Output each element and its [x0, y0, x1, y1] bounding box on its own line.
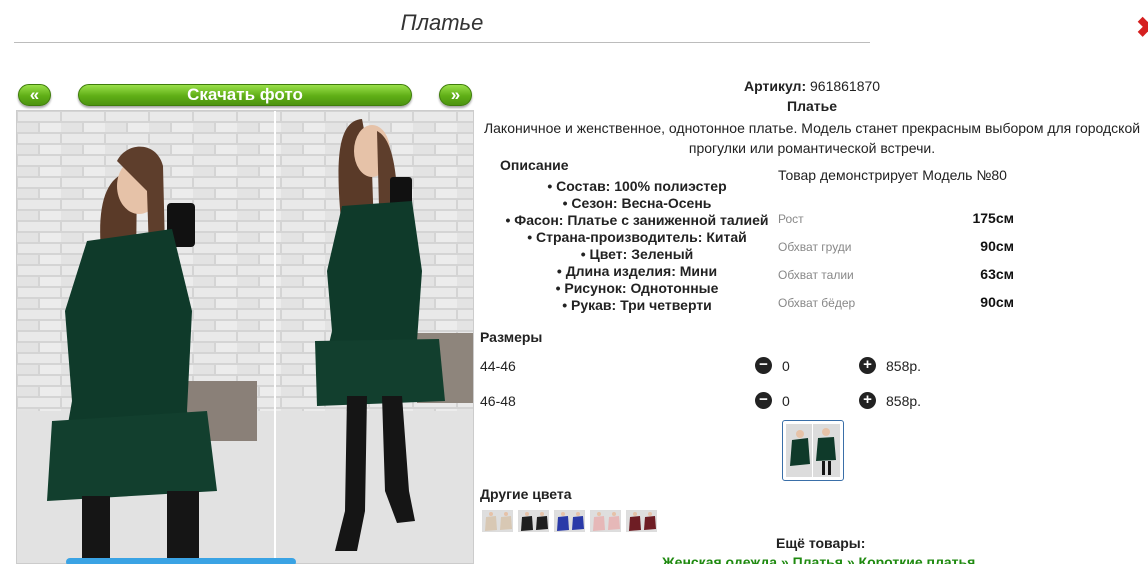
- measurement-row: Обхват груди 90см: [778, 238, 1014, 256]
- download-photo-button[interactable]: Скачать фото: [78, 84, 412, 106]
- spec-item: Состав: 100% полиэстер: [494, 178, 780, 195]
- measurement-label: Обхват груди: [778, 240, 852, 254]
- measurement-label: Рост: [778, 212, 804, 226]
- product-photo: [16, 110, 474, 564]
- color-swatch[interactable]: [554, 510, 585, 532]
- breadcrumb-link[interactable]: Короткие платья: [859, 554, 976, 564]
- title-divider: [14, 42, 870, 43]
- size-row: 44-46 − 0 + 858р.: [480, 355, 960, 377]
- plus-icon[interactable]: +: [859, 357, 876, 374]
- page-title: Платье: [400, 10, 484, 35]
- photo-scrollbar[interactable]: [66, 558, 296, 564]
- measurement-value: 90см: [980, 238, 1014, 254]
- price-value: 858р.: [886, 393, 922, 409]
- description-line: Лаконичное и женственное, однотонное пла…: [483, 120, 1141, 136]
- measurement-value: 90см: [980, 294, 1014, 310]
- breadcrumb-link[interactable]: Платья: [793, 554, 843, 564]
- spec-item: Рисунок: Однотонные: [494, 280, 780, 297]
- color-swatch[interactable]: [518, 510, 549, 532]
- minus-icon[interactable]: −: [755, 357, 772, 374]
- spec-item: Рукав: Три четверти: [494, 297, 780, 314]
- spec-item: Сезон: Весна-Осень: [494, 195, 780, 212]
- close-icon[interactable]: ✖: [1136, 14, 1148, 42]
- article-label: Артикул:: [744, 78, 807, 94]
- specs-list: Состав: 100% полиэстер Сезон: Весна-Осен…: [494, 178, 780, 314]
- plus-icon[interactable]: +: [859, 392, 876, 409]
- product-name: Платье: [787, 98, 837, 114]
- spec-item: Страна-производитель: Китай: [494, 229, 780, 246]
- color-swatch[interactable]: [626, 510, 657, 532]
- measurement-row: Обхват бёдер 90см: [778, 294, 1014, 312]
- measurement-row: Обхват талии 63см: [778, 266, 1014, 284]
- measurement-value: 63см: [980, 266, 1014, 282]
- more-products-title: Ещё товары:: [776, 535, 866, 551]
- product-thumbnail[interactable]: [782, 420, 844, 481]
- breadcrumb-separator: »: [846, 554, 855, 564]
- quantity-value: 0: [782, 358, 790, 374]
- breadcrumb-link[interactable]: Женская одежда: [662, 554, 777, 564]
- sizes-title: Размеры: [480, 329, 543, 345]
- measurement-value: 175см: [972, 210, 1014, 226]
- size-row: 46-48 − 0 + 858р.: [480, 390, 960, 412]
- minus-icon[interactable]: −: [755, 392, 772, 409]
- next-photo-button[interactable]: »: [439, 84, 472, 106]
- prev-photo-button[interactable]: «: [18, 84, 51, 106]
- color-swatch[interactable]: [482, 510, 513, 532]
- spec-item: Длина изделия: Мини: [494, 263, 780, 280]
- breadcrumb: Женская одежда » Платья » Короткие плать…: [662, 554, 975, 564]
- specs-title: Описание: [500, 157, 569, 173]
- color-swatch[interactable]: [590, 510, 621, 532]
- measurement-label: Обхват бёдер: [778, 296, 856, 310]
- product-description: Лаконичное и женственное, однотонное пла…: [476, 118, 1148, 158]
- price-value: 858р.: [886, 358, 922, 374]
- article-value: 961861870: [810, 78, 881, 94]
- spec-item: Цвет: Зеленый: [494, 246, 780, 263]
- size-label: 46-48: [480, 393, 516, 409]
- model-title: Товар демонстрирует Модель №80: [778, 167, 1007, 183]
- quantity-value: 0: [782, 393, 790, 409]
- description-line: прогулки или романтической встречи.: [688, 140, 936, 156]
- measurement-label: Обхват талии: [778, 268, 854, 282]
- size-label: 44-46: [480, 358, 516, 374]
- breadcrumb-separator: »: [780, 554, 789, 564]
- article-number: Артикул: 961861870: [744, 78, 880, 94]
- measurement-row: Рост 175см: [778, 210, 1014, 228]
- other-colors-title: Другие цвета: [480, 486, 572, 502]
- spec-item: Фасон: Платье с заниженной талией: [494, 212, 780, 229]
